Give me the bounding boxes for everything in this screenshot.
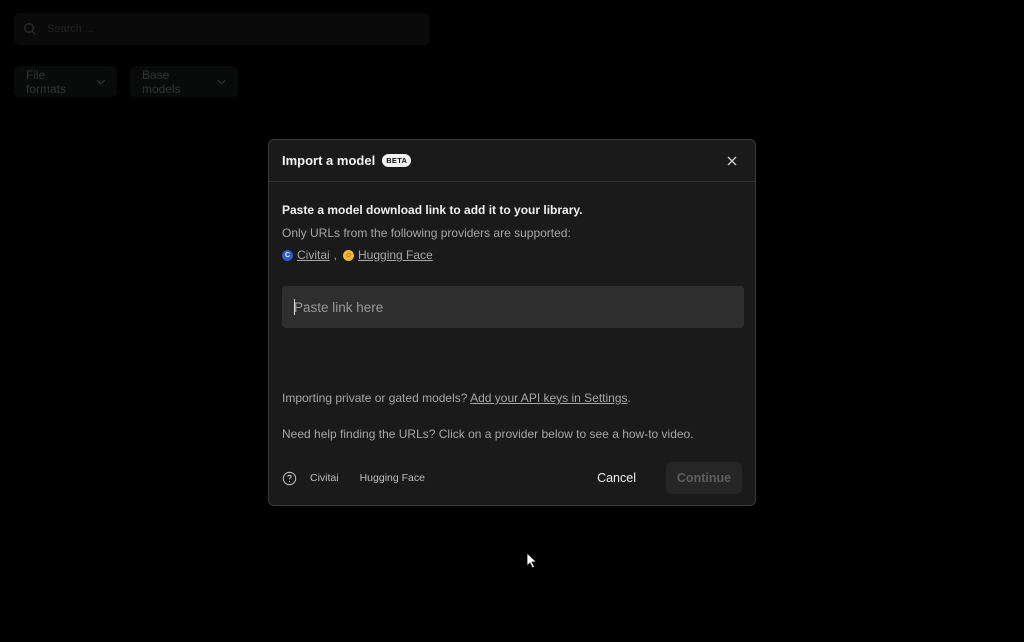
provider-separator: , [333,248,338,262]
dialog-title: Import a model [282,153,376,168]
mouse-cursor-icon [526,552,538,569]
import-model-dialog: Import a model BETA Paste a model downlo… [268,139,756,506]
private-models-label: Importing private or gated models? [282,391,468,405]
dialog-header: Import a model BETA [269,140,755,182]
civitai-logo-icon: C [282,249,293,261]
close-button[interactable] [722,151,742,171]
cancel-button[interactable]: Cancel [581,471,652,485]
question-circle-icon[interactable] [282,471,297,486]
civitai-howto-link[interactable]: Civitai [310,472,339,484]
dialog-footer: Civitai Hugging Face Cancel Continue [282,462,742,494]
private-models-text: Importing private or gated models? Add y… [282,391,631,405]
hugging-face-link[interactable]: Hugging Face [358,248,433,262]
beta-badge: BETA [382,154,412,167]
hugging-face-emoji-icon: ☺ [343,249,355,261]
text-caret [294,299,295,315]
continue-button[interactable]: Continue [666,462,742,494]
civitai-link[interactable]: Civitai [297,248,330,262]
help-text: Need help finding the URLs? Click on a p… [282,427,694,441]
hugging-face-howto-link[interactable]: Hugging Face [360,472,425,484]
api-keys-settings-link[interactable]: Add your API keys in Settings [470,391,627,405]
close-icon [727,156,737,165]
provider-list: C Civitai , ☺ Hugging Face [282,248,433,262]
dialog-lead-text: Paste a model download link to add it to… [282,203,583,217]
supported-providers-text: Only URLs from the following providers a… [282,226,571,240]
private-suffix: . [627,391,631,405]
paste-link-input[interactable] [282,286,744,328]
